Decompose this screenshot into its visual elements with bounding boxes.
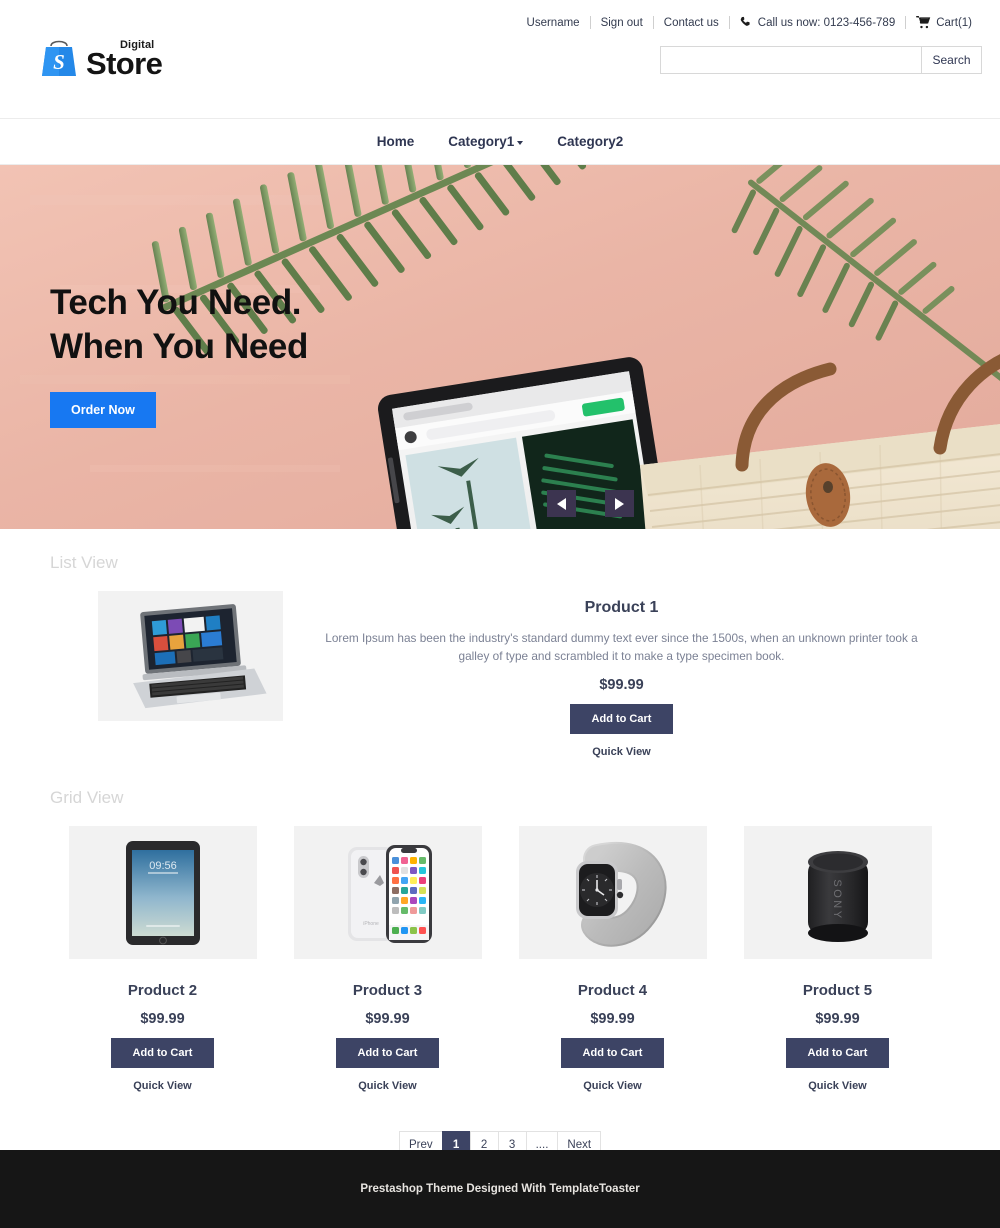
slider-next-button[interactable] [605,490,634,517]
chevron-down-icon [517,140,524,145]
list-view-heading: List View [50,553,118,572]
slider-controls [547,490,634,517]
site-footer: Prestashop Theme Designed With TemplateT… [0,1150,1000,1228]
list-item: Product 1 Lorem Ipsum has been the indus… [0,573,1000,758]
top-utility-links: Username Sign out Contact us Call us now… [517,16,982,29]
quick-view-link[interactable]: Quick View [294,1080,482,1092]
cart-link[interactable]: Cart(1) [906,16,982,29]
product-name: Product 2 [127,982,198,1000]
quick-view-link[interactable]: Quick View [301,746,942,758]
cart-label: Cart(1) [936,16,972,29]
nav-item-home[interactable]: Home [377,134,415,149]
shopping-bag-icon: S [38,36,80,80]
order-now-button[interactable]: Order Now [50,391,156,428]
logo-title: Store [86,46,163,81]
product-card: 09:56 Product 2 $99.99 Add to Cart Quick… [68,826,257,1092]
product-name: Product 1 [584,599,659,616]
nav-item-category1[interactable]: Category1 [448,134,524,149]
hero-title-line2: When You Need [50,327,308,367]
svg-text:S: S [53,50,65,74]
product-image-smartwatch[interactable] [518,826,707,960]
nav-label: Home [376,134,415,149]
list-view-section: List View Product 1 Lorem Ipsum has been… [0,529,1000,758]
search-input[interactable] [660,46,922,74]
product-image-smartphone[interactable]: iPhone [293,826,482,960]
hero-content: Tech You Need. When You Need Order Now [50,281,308,428]
product-price: $99.99 [815,1011,860,1028]
add-to-cart-button[interactable]: Add to Cart [335,1038,440,1069]
product-price: $99.99 [590,1011,635,1028]
grid-view-heading: Grid View [50,788,124,808]
site-header: S Digital Store Username Sign out Contac… [0,0,1000,119]
add-to-cart-button[interactable]: Add to Cart [569,704,674,735]
product-description: Lorem Ipsum has been the industry's stan… [325,631,918,663]
quick-view-link[interactable]: Quick View [69,1080,257,1092]
product-card: iPhone Product 3 $99.99 Add to Cart Quic… [293,826,482,1092]
grid-view-section: Grid View 09:56 Product 2 $99.99 Add to … [0,758,1000,1160]
phone-icon [740,16,753,29]
svg-text:iPhone: iPhone [363,921,379,927]
search-bar: Search [660,46,982,74]
product-name: Product 4 [577,982,648,1000]
nav-label: Category1 [448,134,515,149]
nav-label: Category2 [557,134,624,149]
quick-view-link[interactable]: Quick View [744,1080,932,1092]
add-to-cart-button[interactable]: Add to Cart [110,1038,215,1069]
svg-text:09:56: 09:56 [149,860,177,872]
arrow-left-icon [557,497,566,510]
product-name: Product 5 [802,982,873,1000]
product-image-laptop[interactable] [98,591,283,721]
main-navigation: Home Category1 Category2 [0,119,1000,165]
call-us-info: Call us now: 0123-456-789 [730,16,905,29]
product-image-tablet[interactable]: 09:56 [68,826,257,960]
product-price: $99.99 [599,677,644,694]
hero-title-line1: Tech You Need. [50,283,302,322]
sign-out-link[interactable]: Sign out [591,17,653,29]
add-to-cart-button[interactable]: Add to Cart [560,1038,665,1069]
slider-prev-button[interactable] [547,490,576,517]
product-grid: 09:56 Product 2 $99.99 Add to Cart Quick… [0,808,1000,1092]
product-price: $99.99 [365,1011,410,1028]
phone-number-text: Call us now: 0123-456-789 [757,16,896,29]
nav-item-category2[interactable]: Category2 [557,134,623,149]
add-to-cart-button[interactable]: Add to Cart [785,1038,890,1069]
list-item-info: Product 1 Lorem Ipsum has been the indus… [283,591,960,758]
cart-icon [916,16,931,29]
product-card: Product 4 $99.99 Add to Cart Quick View [518,826,707,1092]
hero-banner: SAMSUNG [0,165,1000,529]
hero-title: Tech You Need. When You Need [50,281,308,370]
arrow-right-icon [615,497,624,510]
search-button[interactable]: Search [922,46,982,74]
product-name: Product 3 [352,982,423,1000]
product-image-speaker[interactable]: SONY [743,826,932,960]
svg-text:SONY: SONY [831,879,843,920]
footer-credit-text: Prestashop Theme Designed With TemplateT… [360,1183,640,1195]
contact-us-link[interactable]: Contact us [654,17,729,29]
product-price: $99.99 [140,1011,185,1028]
product-card: SONY Product 5 $99.99 Add to Cart Quick … [743,826,932,1092]
username-link[interactable]: Username [517,17,590,29]
site-logo[interactable]: S Digital Store [38,36,163,81]
quick-view-link[interactable]: Quick View [519,1080,707,1092]
